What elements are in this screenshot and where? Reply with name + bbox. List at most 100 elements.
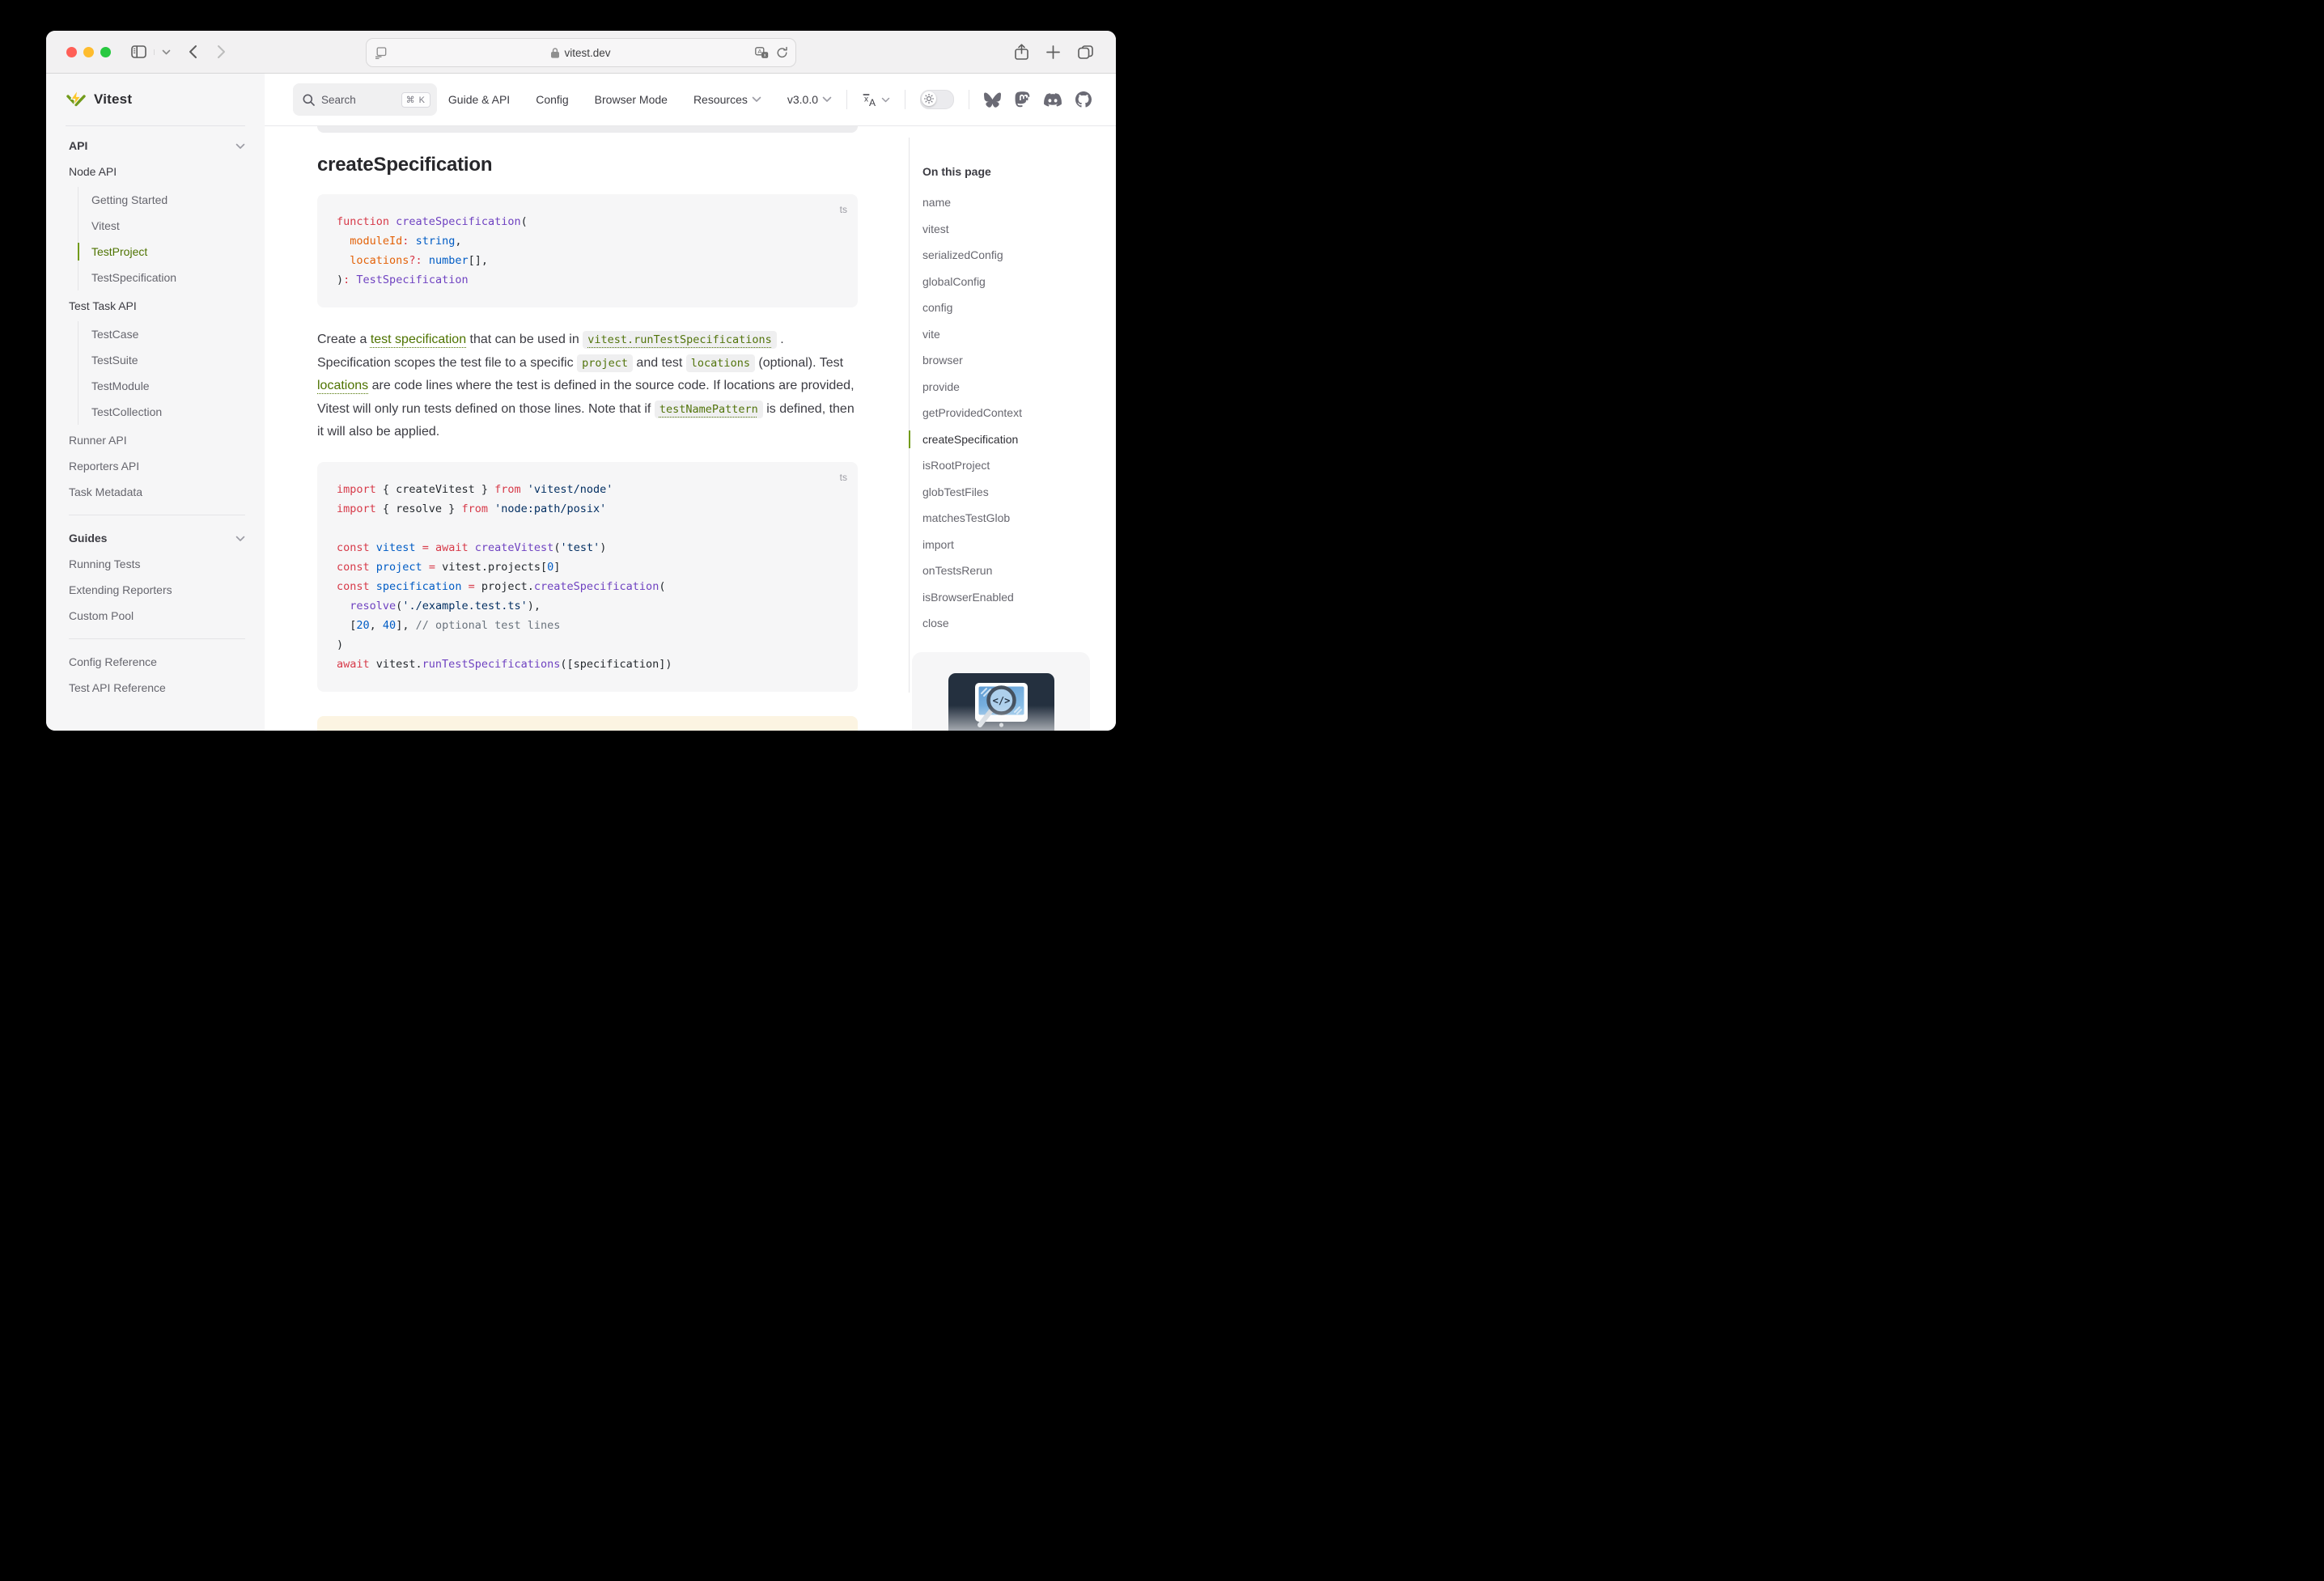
sidebar-item-runner-api[interactable]: Runner API: [69, 427, 245, 453]
sidebar-item-test-task-api[interactable]: Test Task API: [69, 293, 245, 319]
sidebar-item-reporters-api[interactable]: Reporters API: [69, 453, 245, 479]
outline-item-createspecification[interactable]: createSpecification: [922, 426, 1116, 453]
site-logo[interactable]: Vitest: [66, 74, 245, 126]
article-paragraph: Create a test specification that can be …: [317, 328, 858, 444]
outline-item-serializedconfig[interactable]: serializedConfig: [922, 242, 1116, 269]
discord-icon[interactable]: [1044, 93, 1062, 107]
divider: [846, 90, 847, 109]
translate-icon[interactable]: Ax: [755, 47, 769, 59]
sidebar-item-testspecification[interactable]: TestSpecification: [91, 265, 245, 290]
outline-item-browser[interactable]: browser: [922, 347, 1116, 374]
forward-icon[interactable]: [217, 45, 226, 59]
code-magnifier-illustration: </>: [948, 673, 1054, 731]
sidebar-item-running-tests[interactable]: Running Tests: [69, 551, 245, 577]
link-testnamepattern[interactable]: testNamePattern: [655, 401, 763, 418]
outline-item-name[interactable]: name: [922, 189, 1116, 216]
sidebar-toggle-icon[interactable]: [131, 45, 146, 58]
outline-item-isbrowserenabled[interactable]: isBrowserEnabled: [922, 584, 1116, 611]
outline-item-getprovidedcontext[interactable]: getProvidedContext: [922, 400, 1116, 426]
traffic-lights: [66, 47, 111, 57]
sidebar-item-testmodule[interactable]: TestModule: [91, 373, 245, 399]
chevron-down-icon[interactable]: [154, 49, 171, 55]
outline-item-import[interactable]: import: [922, 532, 1116, 558]
sidebar-item-node-api[interactable]: Node API: [69, 159, 245, 184]
zoom-window-button[interactable]: [100, 47, 111, 57]
sponsor-card[interactable]: </>: [912, 652, 1090, 731]
browser-window: vitest.dev Ax: [46, 31, 1116, 731]
sidebar-item-custom-pool[interactable]: Custom Pool: [69, 603, 245, 629]
link-locations[interactable]: locations: [317, 379, 368, 392]
outline-item-vitest[interactable]: vitest: [922, 216, 1116, 243]
mastodon-icon[interactable]: [1015, 91, 1030, 108]
chevron-down-icon: [235, 532, 245, 545]
bluesky-icon[interactable]: [984, 92, 1001, 108]
outline-item-config[interactable]: config: [922, 295, 1116, 321]
sidebar-group: TestCaseTestSuiteTestModuleTestCollectio…: [78, 321, 245, 425]
back-icon[interactable]: [189, 45, 197, 59]
outline-item-matchestestglob[interactable]: matchesTestGlob: [922, 505, 1116, 532]
sidebar-item-test-api-reference[interactable]: Test API Reference: [69, 675, 245, 701]
browser-toolbar: vitest.dev Ax: [46, 31, 1116, 74]
nav-links: Guide & API Config Browser Mode Resources v3…: [448, 93, 832, 106]
address-bar[interactable]: vitest.dev Ax: [366, 38, 796, 67]
nav-link-guide-api[interactable]: Guide & API: [448, 93, 510, 106]
outline-rail: [909, 138, 910, 693]
svg-text:x: x: [864, 95, 868, 104]
sidebar-item-testsuite[interactable]: TestSuite: [91, 347, 245, 373]
sidebar-item-api[interactable]: API: [69, 133, 245, 159]
search-input[interactable]: Search ⌘ K: [293, 83, 437, 116]
sidebar-item-vitest[interactable]: Vitest: [91, 213, 245, 239]
outline-item-provide[interactable]: provide: [922, 374, 1116, 401]
outline-item-globtestfiles[interactable]: globTestFiles: [922, 479, 1116, 506]
minimize-window-button[interactable]: [83, 47, 94, 57]
outline-item-ontestsrerun[interactable]: onTestsRerun: [922, 557, 1116, 584]
sidebar-group: Getting StartedVitestTestProjectTestSpec…: [78, 187, 245, 290]
reload-icon[interactable]: [776, 46, 788, 59]
page-content: createSpecification ts function createSp…: [265, 126, 1116, 731]
svg-text:A: A: [869, 97, 876, 107]
language-menu[interactable]: xA: [862, 93, 890, 107]
sidebar-item-guides[interactable]: Guides: [69, 525, 245, 551]
code-lang-badge: ts: [840, 200, 847, 219]
sidebar-nav: APINode API Getting StartedVitestTestProj…: [46, 126, 265, 701]
page-title: createSpecification: [317, 154, 858, 176]
outline-item-globalconfig[interactable]: globalConfig: [922, 269, 1116, 295]
code-block-example[interactable]: ts import { createVitest } from 'vitest/…: [317, 462, 858, 692]
tab-overview-icon[interactable]: [1078, 45, 1093, 59]
close-window-button[interactable]: [66, 47, 77, 57]
nav-link-config[interactable]: Config: [536, 93, 568, 106]
warning-callout: WARNING createSpecification expects reso…: [317, 716, 858, 731]
search-icon: [303, 94, 315, 106]
search-placeholder: Search: [321, 94, 395, 106]
outline-aside: On this page namevitestserializedConfigg…: [909, 126, 1116, 731]
nav-link-browser-mode[interactable]: Browser Mode: [595, 93, 668, 106]
svg-text:</>: </>: [992, 695, 1010, 706]
sidebar-item-task-metadata[interactable]: Task Metadata: [69, 479, 245, 505]
sidebar-item-getting-started[interactable]: Getting Started: [91, 187, 245, 213]
link-test-specification[interactable]: test specification: [371, 333, 466, 346]
new-tab-icon[interactable]: [1046, 45, 1060, 59]
nav-dropdown-v3-0-0[interactable]: v3.0.0: [787, 93, 832, 106]
sidebar-divider: [69, 638, 245, 639]
sidebar-item-testcollection[interactable]: TestCollection: [91, 399, 245, 425]
sidebar-item-testproject[interactable]: TestProject: [91, 239, 245, 265]
sidebar-item-testcase[interactable]: TestCase: [91, 321, 245, 347]
outline-item-isrootproject[interactable]: isRootProject: [922, 452, 1116, 479]
code-block-signature[interactable]: ts function createSpecification( moduleI…: [317, 194, 858, 307]
outline-item-close[interactable]: close: [922, 610, 1116, 637]
link-vitest-runtestspecifications[interactable]: vitest.runTestSpecifications: [583, 331, 777, 349]
sidebar-item-config-reference[interactable]: Config Reference: [69, 649, 245, 675]
github-icon[interactable]: [1075, 91, 1092, 108]
share-icon[interactable]: [1015, 44, 1028, 60]
outline-item-vite[interactable]: vite: [922, 321, 1116, 348]
inline-code: project: [577, 354, 633, 372]
theme-toggle[interactable]: [920, 90, 954, 109]
sidebar-item-extending-reporters[interactable]: Extending Reporters: [69, 577, 245, 603]
chevron-down-icon: [822, 96, 832, 103]
chevron-down-icon: [752, 96, 761, 103]
translate-icon: xA: [862, 93, 878, 107]
command-k-kbd: ⌘ K: [401, 92, 430, 108]
url-text: vitest.dev: [564, 47, 610, 59]
article: createSpecification ts function createSp…: [317, 126, 858, 731]
nav-dropdown-resources[interactable]: Resources: [693, 93, 761, 106]
